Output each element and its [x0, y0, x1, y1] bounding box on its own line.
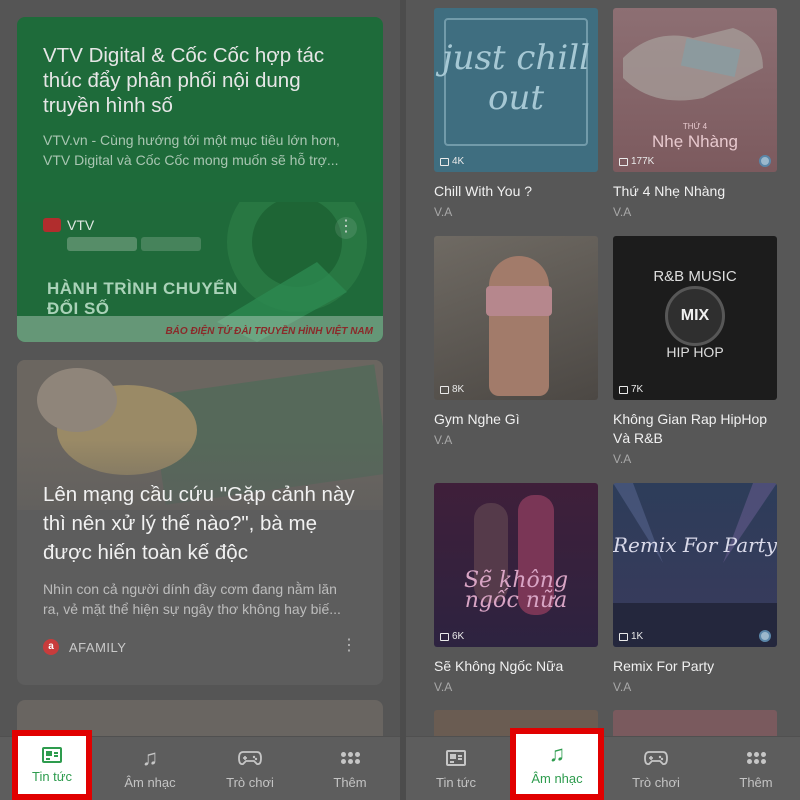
album-cover-subtext: THỨ 4 — [682, 122, 708, 131]
news-card[interactable]: VTV Digital & Cốc Cốc hợp tác thúc đẩy p… — [17, 17, 383, 342]
news-source-name: AFAMILY — [69, 639, 127, 655]
album-artist: V.A — [613, 680, 632, 694]
verified-badge-icon — [759, 155, 771, 167]
album-cover: 8K — [434, 236, 598, 400]
album-card[interactable]: R&B MUSIC MIX HIP HOP 7K Không Gian Rap … — [613, 236, 777, 466]
album-cover-text: R&B MUSIC — [653, 268, 737, 285]
album-cover-subtext: HIP HOP — [666, 344, 724, 360]
play-count: 4K — [440, 156, 464, 167]
news-source-name: VTV — [67, 217, 95, 233]
more-options-icon[interactable]: ⋮ — [335, 217, 357, 239]
nav-tab-label: Âm nhạc — [531, 770, 583, 786]
play-count: 6K — [440, 631, 464, 642]
nav-tab-label: Thêm — [739, 775, 773, 790]
afamily-logo-icon: a — [43, 639, 59, 655]
album-cover: THỨ 4 Nhẹ Nhàng 177K — [613, 8, 777, 172]
album-cover: Sẽ không ngốc nữa 6K — [434, 483, 598, 647]
album-cover-text: Nhẹ Nhàng — [651, 132, 738, 151]
music-note-icon: ♫ — [548, 740, 566, 766]
album-cover: R&B MUSIC MIX HIP HOP 7K — [613, 236, 777, 400]
album-artist: V.A — [613, 452, 632, 466]
playlist-icon — [619, 385, 628, 394]
gamepad-icon — [644, 751, 668, 766]
album-title: Gym Nghe Gì — [434, 411, 520, 427]
album-card[interactable]: just chill out 4K Chill With You ? V.A — [434, 8, 598, 219]
album-cover-art — [613, 483, 777, 647]
album-cover: Remix For Party 1K — [613, 483, 777, 647]
nav-tab-news[interactable]: Tin tức — [406, 737, 506, 800]
album-card[interactable]: 8K Gym Nghe Gì V.A — [434, 236, 598, 447]
more-grid-icon — [746, 752, 766, 764]
nav-tab-music[interactable]: ♫ Âm nhạc — [100, 737, 200, 800]
album-title: Chill With You ? — [434, 183, 533, 199]
news-icon — [42, 746, 62, 763]
nav-tab-label: Thêm — [333, 775, 367, 790]
playlist-icon — [440, 157, 449, 166]
play-count: 1K — [619, 631, 643, 642]
album-artist: V.A — [434, 205, 453, 219]
nav-tab-label: Âm nhạc — [124, 775, 176, 790]
playlist-icon — [440, 385, 449, 394]
nav-tab-label: Trò chơi — [226, 775, 274, 790]
album-cover-text: Remix For Party — [613, 533, 777, 557]
news-card-text: VTV Digital & Cốc Cốc hợp tác thúc đẩy p… — [17, 17, 383, 170]
album-title: Thứ 4 Nhẹ Nhàng — [613, 183, 726, 199]
play-count: 177K — [619, 156, 654, 167]
album-artist: V.A — [434, 433, 453, 447]
album-cover-figure — [489, 256, 549, 396]
playlist-icon — [619, 157, 628, 166]
album-title: Remix For Party — [613, 658, 715, 674]
album-title: Không Gian Rap HipHop Và R&B — [613, 411, 768, 446]
vtv-logo-icon — [43, 218, 61, 232]
nav-tab-more[interactable]: Thêm — [300, 737, 400, 800]
news-screen: VTV Digital & Cốc Cốc hợp tác thúc đẩy p… — [0, 0, 400, 800]
play-count: 8K — [440, 384, 464, 395]
news-source: VTV — [43, 217, 94, 233]
playlist-icon — [619, 632, 628, 641]
news-icon — [446, 750, 466, 766]
nav-tab-label: Trò chơi — [632, 775, 680, 790]
news-description: VTV.vn - Cùng hướng tới một mục tiêu lớn… — [43, 132, 340, 168]
nav-tab-games[interactable]: Trò chơi — [606, 737, 706, 800]
album-card[interactable]: THỨ 4 Nhẹ Nhàng 177K Thứ 4 Nhẹ Nhàng V.A — [613, 8, 777, 219]
album-cover-disc: MIX — [665, 286, 725, 346]
highlight-music-tab[interactable]: ♫ Âm nhạc — [510, 728, 604, 800]
news-card[interactable]: Lên mạng cầu cứu "Gặp cảnh này thì nên x… — [17, 360, 383, 685]
nav-tab-label: Tin tức — [435, 775, 476, 790]
news-title: Lên mạng cầu cứu "Gặp cảnh này thì nên x… — [43, 483, 355, 564]
play-count: 7K — [619, 384, 643, 395]
album-card[interactable]: Sẽ không ngốc nữa 6K Sẽ Không Ngốc Nữa V… — [434, 483, 598, 694]
music-note-icon: ♫ — [141, 745, 159, 770]
nav-tab-more[interactable]: Thêm — [706, 737, 800, 800]
news-image-caption: HÀNH TRÌNH CHUYỂN ĐỔI SỐ — [47, 279, 238, 318]
news-card-text: Lên mạng cầu cứu "Gặp cảnh này thì nên x… — [43, 480, 357, 619]
gamepad-icon — [238, 751, 262, 766]
album-cover: just chill out 4K — [434, 8, 598, 172]
more-options-icon[interactable]: ⋮ — [341, 635, 357, 655]
news-description: Nhìn con cả người dính đầy cơm đang nằm … — [43, 581, 341, 617]
album-card[interactable]: Remix For Party 1K Remix For Party V.A — [613, 483, 777, 694]
nav-tab-games[interactable]: Trò chơi — [200, 737, 300, 800]
nav-tab-label: Tin tức — [31, 768, 72, 784]
album-cover-text: Sẽ không ngốc nữa — [463, 568, 569, 613]
news-title: VTV Digital & Cốc Cốc hợp tác thúc đẩy p… — [43, 44, 325, 117]
playlist-icon — [440, 632, 449, 641]
highlight-news-tab[interactable]: Tin tức — [12, 730, 92, 800]
album-artist: V.A — [434, 680, 453, 694]
album-cover-text: just chill out — [442, 38, 590, 118]
more-grid-icon — [340, 752, 360, 764]
news-source: a AFAMILY — [43, 639, 126, 655]
news-image-footer-text: BÁO ĐIỆN TỬ ĐÀI TRUYỀN HÌNH VIỆT NAM — [165, 326, 373, 337]
album-artist: V.A — [613, 205, 632, 219]
album-cover-figure — [486, 286, 552, 316]
album-title: Sẽ Không Ngốc Nữa — [434, 658, 564, 674]
verified-badge-icon — [759, 630, 771, 642]
music-screen: just chill out 4K Chill With You ? V.A T… — [400, 0, 800, 800]
